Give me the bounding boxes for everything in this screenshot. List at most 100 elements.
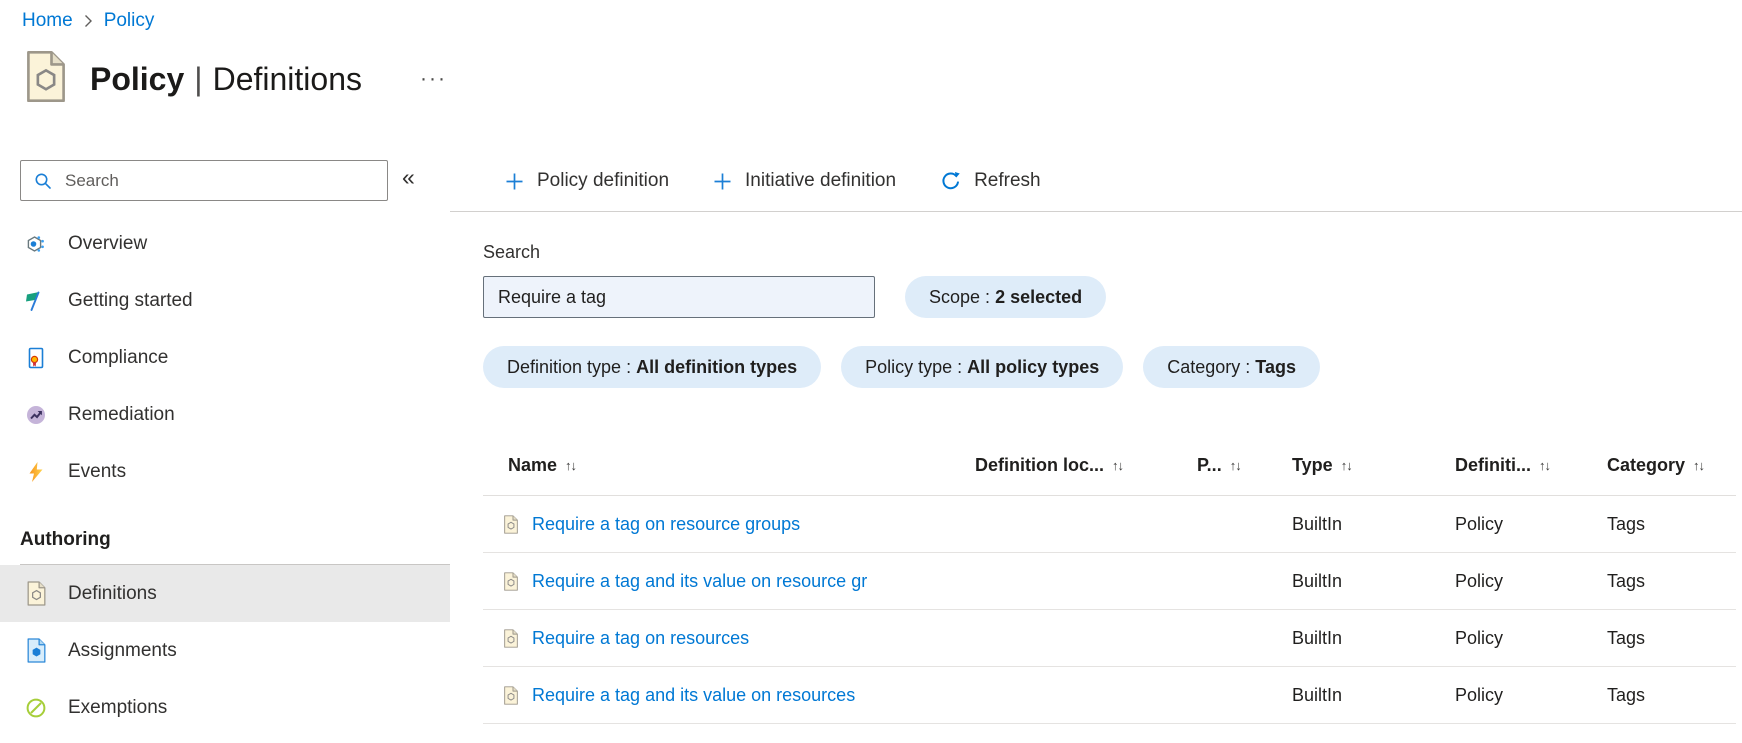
sidebar-item-label: Assignments — [68, 639, 177, 661]
pill-value: 2 selected — [995, 286, 1083, 307]
definition-type-cell: Policy — [1455, 684, 1504, 705]
policy-definition-icon — [503, 572, 519, 591]
definitions-table: Name ↑↓ Definition loc... ↑↓ P... ↑↓ Typ… — [483, 436, 1736, 724]
sidebar-item-assignments[interactable]: Assignments — [0, 622, 450, 679]
policy-document-icon — [24, 50, 68, 108]
sidebar-item-label: Overview — [68, 232, 148, 254]
column-header-category[interactable]: Category ↑↓ — [1607, 455, 1736, 476]
sidebar-item-label: Definitions — [68, 582, 157, 604]
category-cell: Tags — [1607, 513, 1646, 534]
overview-icon — [24, 233, 48, 255]
filter-area: Search Scope : 2 selected Definition typ… — [450, 242, 1742, 388]
policy-definition-button[interactable]: Policy definition — [505, 170, 669, 192]
button-label: Refresh — [974, 170, 1041, 191]
category-cell: Tags — [1607, 570, 1646, 591]
sort-icon: ↑↓ — [1693, 458, 1705, 473]
sidebar-item-label: Getting started — [68, 289, 193, 311]
column-label: Name — [508, 455, 558, 475]
compliance-icon — [24, 347, 48, 369]
sidebar-item-label: Events — [68, 460, 127, 482]
sidebar-item-definitions[interactable]: Definitions — [0, 565, 450, 622]
sidebar-item-label: Compliance — [68, 346, 169, 368]
sidebar-search-input[interactable] — [63, 169, 363, 192]
sort-icon: ↑↓ — [1340, 458, 1353, 473]
search-icon — [33, 171, 53, 191]
type-cell: BuiltIn — [1292, 513, 1343, 534]
column-header-type[interactable]: Type ↑↓ — [1292, 455, 1455, 476]
column-label: Definition loc... — [975, 455, 1104, 475]
button-label: Policy definition — [537, 170, 670, 191]
policy-definition-icon — [503, 686, 519, 705]
page-title-separator: | — [194, 60, 203, 97]
pill-label: Scope — [929, 286, 981, 307]
policy-type-filter-pill[interactable]: Policy type : All policy types — [841, 346, 1124, 388]
page-title-primary: Policy — [90, 60, 185, 97]
button-label: Initiative definition — [745, 170, 897, 191]
pill-value: All definition types — [636, 356, 798, 377]
category-cell: Tags — [1607, 627, 1646, 648]
category-cell: Tags — [1607, 684, 1646, 705]
page-title: Policy | Definitions — [90, 61, 362, 98]
sort-icon: ↑↓ — [1112, 458, 1124, 473]
scope-filter-pill[interactable]: Scope : 2 selected — [905, 276, 1107, 318]
column-header-definition-location[interactable]: Definition loc... ↑↓ — [975, 455, 1197, 476]
sidebar-item-label: Exemptions — [68, 696, 168, 718]
remediation-icon — [24, 404, 48, 426]
definition-search-input[interactable] — [483, 276, 875, 318]
pill-label: Policy type — [865, 356, 953, 377]
column-header-policies[interactable]: P... ↑↓ — [1197, 455, 1292, 476]
sidebar-collapse-button[interactable]: « — [402, 166, 415, 189]
table-header-row: Name ↑↓ Definition loc... ↑↓ P... ↑↓ Typ… — [483, 436, 1736, 496]
policy-definition-icon — [503, 629, 519, 648]
pill-separator: : — [952, 356, 968, 377]
pill-value: All policy types — [967, 356, 1100, 377]
sort-icon: ↑↓ — [565, 458, 577, 473]
sidebar-search-box — [20, 160, 388, 201]
column-label: Definiti... — [1455, 455, 1531, 475]
command-bar: Policy definition Initiative definition … — [450, 142, 1742, 212]
pill-separator: : — [1240, 356, 1256, 377]
more-options-button[interactable]: ··· — [414, 65, 453, 93]
table-row: Require a tag on resources BuiltIn Polic… — [483, 610, 1736, 667]
sidebar-item-overview[interactable]: Overview — [0, 215, 450, 272]
main-panel: Policy definition Initiative definition … — [450, 142, 1742, 724]
sidebar-item-exemptions[interactable]: Exemptions — [0, 679, 450, 736]
column-label: Type — [1292, 455, 1333, 475]
category-filter-pill[interactable]: Category : Tags — [1143, 346, 1320, 388]
table-row: Require a tag and its value on resource … — [483, 553, 1736, 610]
sidebar-item-getting-started[interactable]: Getting started — [0, 272, 450, 329]
definition-type-cell: Policy — [1455, 570, 1504, 591]
table-row: Require a tag on resource groups BuiltIn… — [483, 496, 1736, 553]
definition-type-cell: Policy — [1455, 513, 1504, 534]
sidebar-item-compliance[interactable]: Compliance — [0, 329, 450, 386]
sort-icon: ↑↓ — [1539, 458, 1551, 473]
plus-icon — [713, 172, 732, 191]
definition-link[interactable]: Require a tag on resources — [532, 628, 749, 649]
assignments-icon — [24, 638, 48, 663]
definition-type-filter-pill[interactable]: Definition type : All definition types — [483, 346, 822, 388]
breadcrumb-chevron-icon — [84, 14, 93, 28]
breadcrumb-link-policy[interactable]: Policy — [104, 10, 155, 32]
getting-started-flag-icon — [24, 290, 48, 312]
refresh-button[interactable]: Refresh — [940, 170, 1041, 192]
sidebar-item-remediation[interactable]: Remediation — [0, 386, 450, 443]
definitions-icon — [24, 581, 48, 606]
column-header-definition-type[interactable]: Definiti... ↑↓ — [1455, 455, 1607, 476]
pill-separator: : — [980, 286, 996, 307]
page-title-secondary: Definitions — [212, 60, 362, 97]
pill-value: Tags — [1255, 356, 1296, 377]
sidebar-item-events[interactable]: Events — [0, 443, 450, 500]
definition-link[interactable]: Require a tag on resource groups — [532, 514, 800, 535]
events-lightning-icon — [24, 461, 48, 483]
breadcrumb-link-home[interactable]: Home — [22, 10, 73, 32]
breadcrumb: Home Policy — [22, 10, 154, 32]
column-header-name[interactable]: Name ↑↓ — [483, 455, 975, 476]
definition-link[interactable]: Require a tag and its value on resources — [532, 685, 855, 706]
definition-link[interactable]: Require a tag and its value on resource … — [532, 571, 867, 592]
search-field-label: Search — [483, 242, 541, 262]
sidebar-section-authoring: Authoring — [20, 529, 111, 550]
initiative-definition-button[interactable]: Initiative definition — [713, 170, 896, 192]
refresh-icon — [940, 171, 961, 192]
type-cell: BuiltIn — [1292, 570, 1343, 591]
column-label: P... — [1197, 455, 1222, 475]
